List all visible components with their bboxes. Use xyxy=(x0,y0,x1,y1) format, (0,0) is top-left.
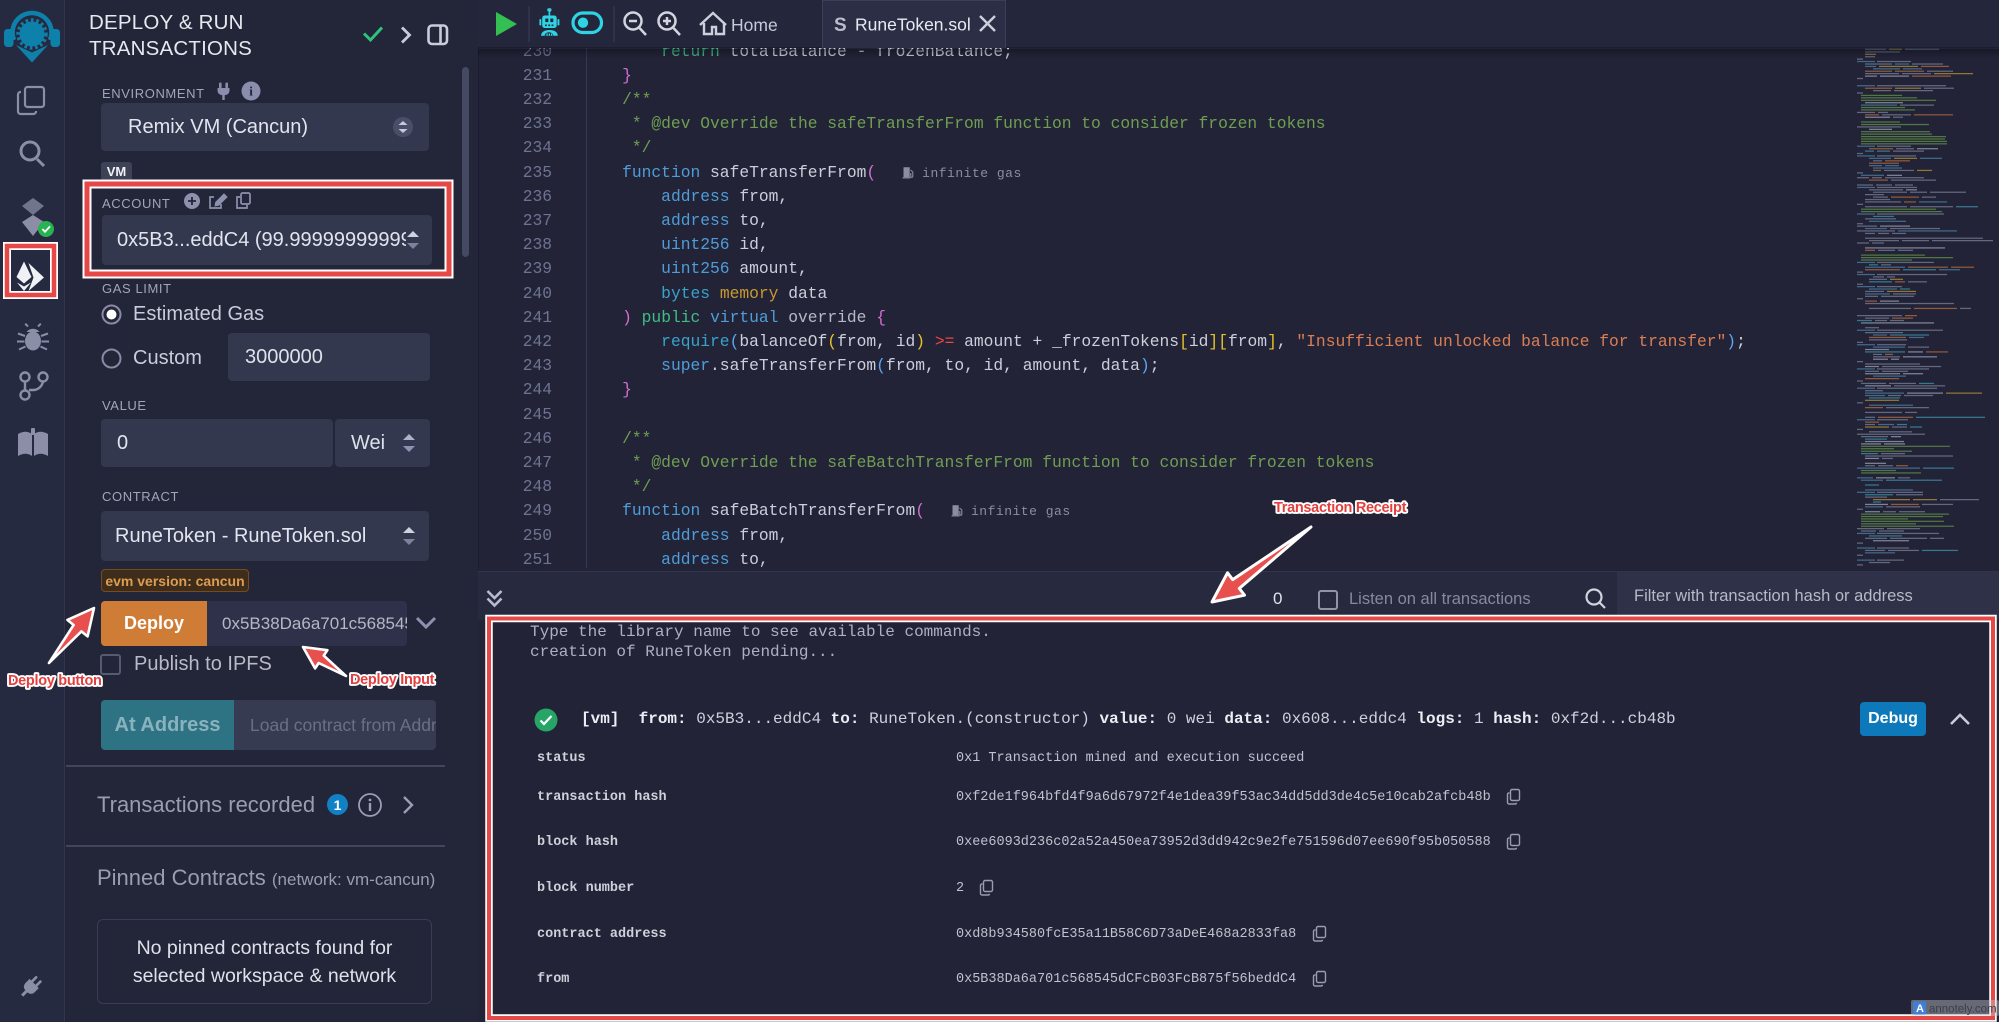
svg-text:S: S xyxy=(834,15,847,36)
svg-text:RuneToken.sol: RuneToken.sol xyxy=(855,15,971,35)
svg-text:Deploy Input: Deploy Input xyxy=(350,672,435,688)
svg-text:Deploy button: Deploy button xyxy=(8,673,102,689)
svg-text:A: A xyxy=(1916,1003,1924,1015)
svg-text:Home: Home xyxy=(731,15,778,35)
svg-text:Transaction Receipt: Transaction Receipt xyxy=(1274,500,1407,516)
svg-text:annotely.com: annotely.com xyxy=(1929,1004,1997,1016)
